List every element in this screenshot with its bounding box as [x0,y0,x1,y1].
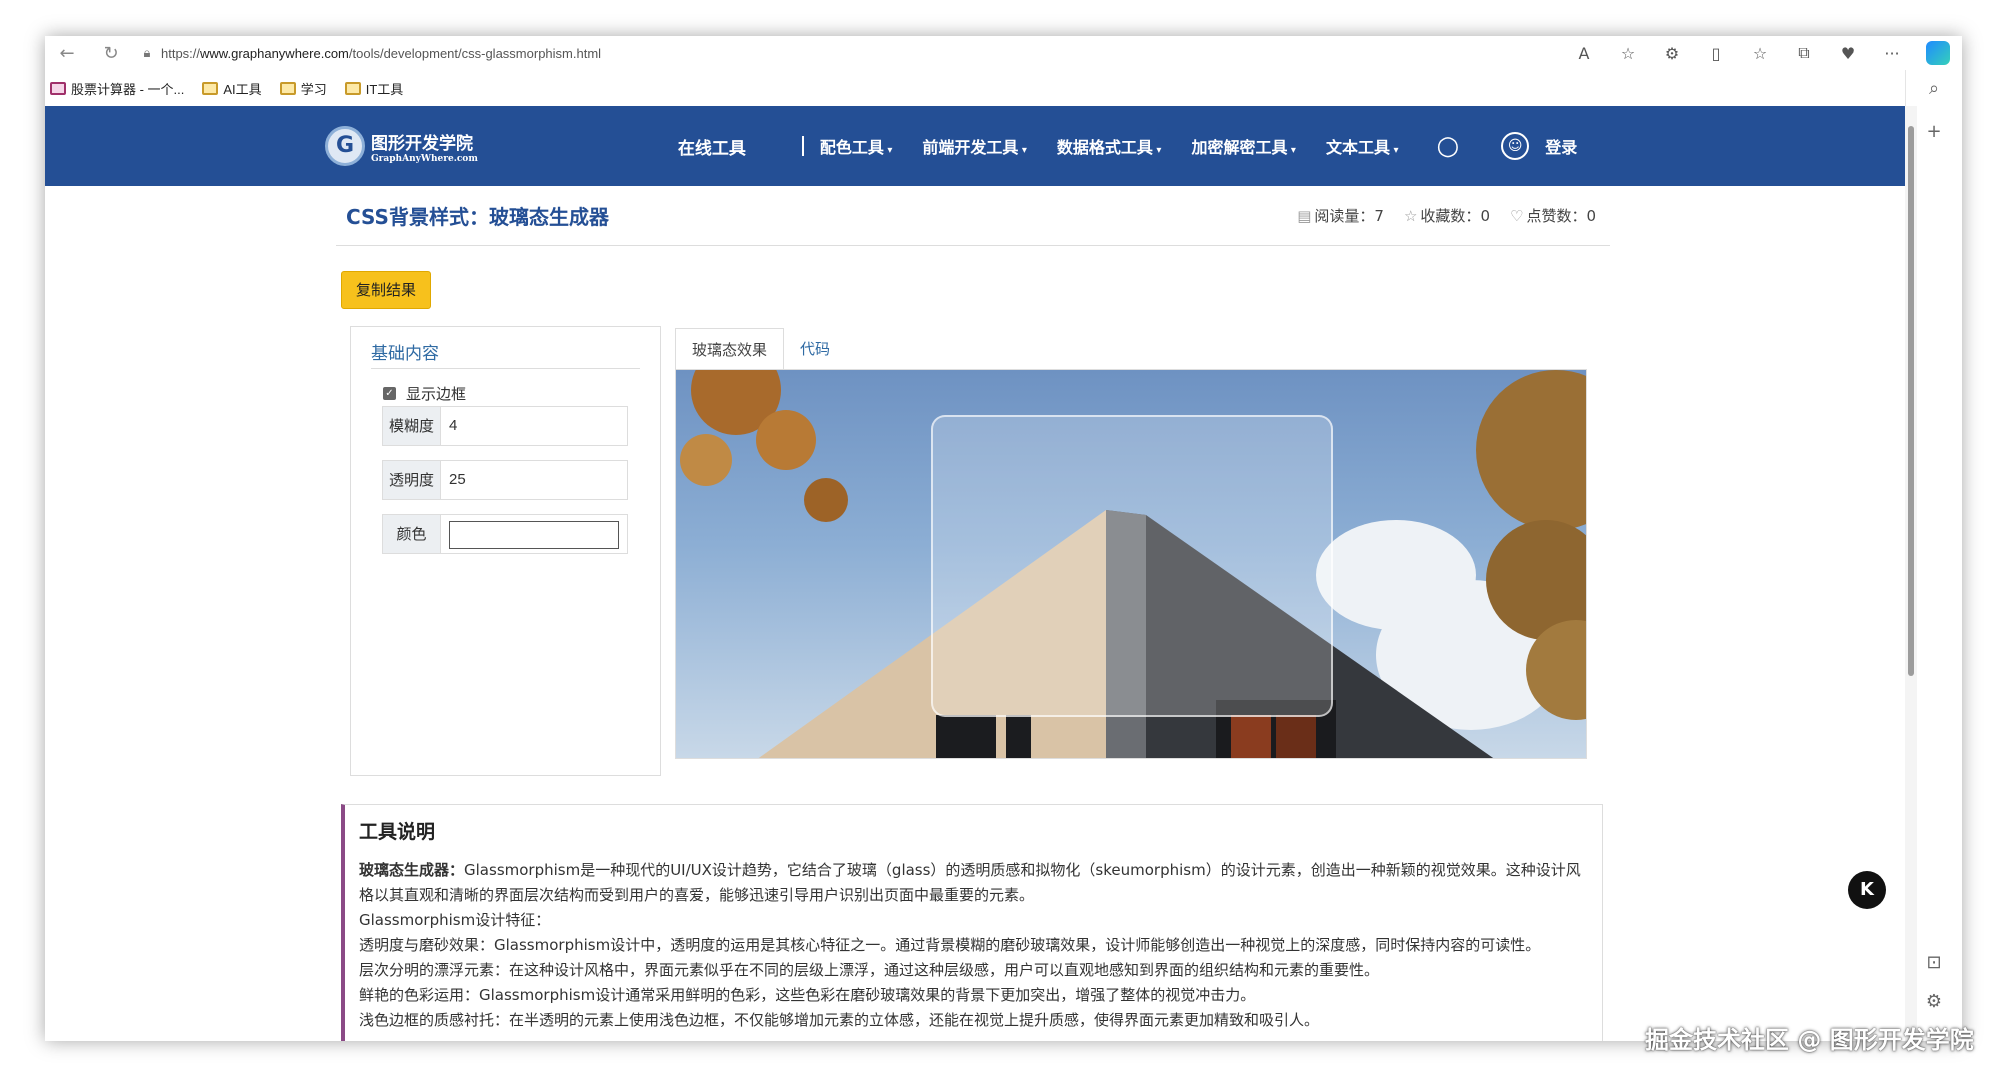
views-stat: ▤ 阅读量：7 [1297,207,1384,225]
folder-icon [202,81,219,95]
opacity-label: 透明度 [383,461,441,499]
page-stats: ▤ 阅读量：7 ☆ 收藏数：0 ♡ 点赞数：0 [1277,205,1596,226]
nav-color-tools[interactable]: 配色工具 [820,134,893,158]
site-logo[interactable]: G 图形开发学院 GraphAnyWhere.com [325,126,478,166]
favorite-item[interactable]: 学习 [279,79,327,98]
login-link[interactable]: 登录 [1545,134,1577,158]
glass-preview [675,369,1587,759]
search-icon[interactable]: ⌕ [1906,78,1962,99]
logo-subtitle: GraphAnyWhere.com [371,153,478,164]
color-field: 颜色 [382,514,628,554]
blur-field: 模糊度 4 [382,406,628,446]
color-input[interactable] [449,521,619,549]
web-page: G 图形开发学院 GraphAnyWhere.com 在线工具 配色工具 前端开… [45,106,1905,1041]
opacity-field: 透明度 25 [382,460,628,500]
favorite-item[interactable]: 股票计算器 - 一个... [50,79,184,98]
folder-icon [279,81,296,95]
logo-title: 图形开发学院 [371,133,473,154]
book-icon: ▤ [1297,207,1312,225]
watermark: 掘金技术社区 @ 图形开发学院 [1645,1026,1974,1054]
title-row: CSS背景样式：玻璃态生成器 ▤ 阅读量：7 ☆ 收藏数：0 ♡ 点赞数：0 [336,186,1610,246]
favorites-stat[interactable]: ☆ 收藏数：0 [1404,205,1490,226]
floating-badge[interactable]: K [1848,871,1886,909]
preview-tabs: 玻璃态效果 代码 [675,328,846,370]
scrollbar-thumb[interactable] [1908,126,1914,676]
site-header: G 图形开发学院 GraphAnyWhere.com 在线工具 配色工具 前端开… [45,106,1905,186]
page-scrollbar[interactable] [1905,106,1917,1041]
favorite-item[interactable]: AI工具 [202,79,262,98]
app-icon [50,81,66,95]
favorites-bar: 股票计算器 - 一个... AI工具 学习 IT工具 [45,70,1962,106]
show-border-label: 显示边框 [406,385,467,403]
menu-divider [801,136,804,156]
copy-result-button[interactable]: 复制结果 [341,271,431,309]
opacity-input[interactable]: 25 [441,461,466,499]
main-menu: 在线工具 配色工具 前端开发工具 数据格式工具 加密解密工具 文本工具 ○ ☺ … [678,131,1577,161]
url-field[interactable]: https://www.graphanywhere.com/tools/deve… [161,46,1562,61]
nav-frontend-tools[interactable]: 前端开发工具 [922,134,1027,158]
blur-label: 模糊度 [383,407,441,445]
heart-icon: ♡ [1509,207,1524,225]
settings-panel: 基础内容 ✓ 显示边框 模糊度 4 透明度 25 颜色 [350,326,661,776]
logo-badge: G [325,126,365,166]
star-icon: ☆ [1403,207,1418,225]
description-lead: 玻璃态生成器：Glassmorphism是一种现代的UI/UX设计趋势，它结合了… [359,861,1581,904]
star-icon[interactable]: ☆ [1606,44,1650,63]
nav-data-format-tools[interactable]: 数据格式工具 [1057,134,1162,158]
feature-item: 透明度与磨砂效果：Glassmorphism设计中，透明度的运用是其核心特征之一… [359,936,1541,954]
back-icon[interactable]: ← [45,43,89,64]
likes-stat[interactable]: ♡ 点赞数：0 [1510,205,1596,226]
split-screen-icon[interactable]: ▯ [1694,44,1738,63]
page-title: CSS背景样式：玻璃态生成器 [346,205,609,229]
extensions-icon[interactable]: ⚙ [1650,44,1694,63]
nav-crypto-tools[interactable]: 加密解密工具 [1191,134,1296,158]
search-icon[interactable]: ○ [1437,131,1460,161]
browser-window: ← ↻ 🔒︎ https://www.graphanywhere.com/too… [45,36,1962,1041]
glass-card [931,415,1333,717]
folder-icon [344,81,361,95]
copilot-icon[interactable] [1926,41,1950,65]
color-label: 颜色 [383,515,441,553]
blur-input[interactable]: 4 [441,407,457,445]
description-heading: 工具说明 [359,821,436,843]
main-content: CSS背景样式：玻璃态生成器 ▤ 阅读量：7 ☆ 收藏数：0 ♡ 点赞数：0 复制结果… [336,186,1610,1041]
read-aloud-icon[interactable]: A [1562,44,1606,63]
nav-text-tools[interactable]: 文本工具 [1326,134,1399,158]
tab-code[interactable]: 代码 [784,328,846,370]
feature-item: 层次分明的漂浮元素：在这种设计风格中，界面元素似乎在不同的层级上漂浮，通过这种层… [359,961,1380,979]
nav-online-tools[interactable]: 在线工具 [678,134,746,159]
features-title: Glassmorphism设计特征： [359,911,551,929]
performance-icon[interactable]: ♥ [1826,44,1870,63]
feature-item: 浅色边框的质感衬托：在半透明的元素上使用浅色边框，不仅能够增加元素的立体感，还能… [359,1011,1320,1029]
refresh-icon[interactable]: ↻ [89,43,133,64]
collections-icon[interactable]: ⧉ [1782,43,1826,63]
favorites-icon[interactable]: ☆ [1738,44,1782,63]
checkbox-icon[interactable]: ✓ [383,387,396,400]
address-bar: ← ↻ 🔒︎ https://www.graphanywhere.com/too… [45,36,1962,70]
favorite-item[interactable]: IT工具 [344,79,403,98]
tab-glass-effect[interactable]: 玻璃态效果 [675,328,785,370]
show-border-checkbox[interactable]: ✓ 显示边框 [383,383,660,404]
user-icon[interactable]: ☺ [1501,132,1530,160]
lock-icon[interactable]: 🔒︎ [133,46,161,61]
feature-item: 鲜艳的色彩运用：Glassmorphism设计通常采用鲜明的色彩，这些色彩在磨砂… [359,986,1256,1004]
panel-title: 基础内容 [371,339,640,369]
tool-description: 工具说明 玻璃态生成器：Glassmorphism是一种现代的UI/UX设计趋势… [341,804,1603,1041]
more-icon[interactable]: ··· [1870,44,1914,63]
